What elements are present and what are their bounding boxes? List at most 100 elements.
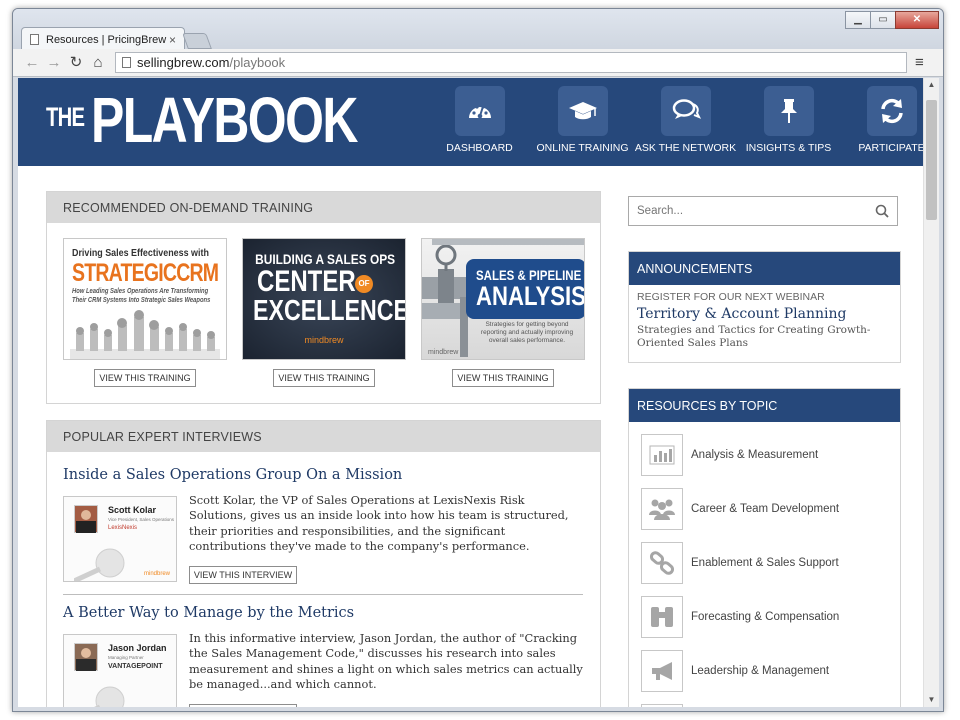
nav-dashboard[interactable]: DASHBOARD [428,86,531,154]
topic-leadership[interactable]: Leadership & Management [641,650,829,692]
microphone-image [94,686,125,707]
interviews-panel: POPULAR EXPERT INTERVIEWS Inside a Sales… [46,420,601,707]
thumb-brand: mindbrew [143,571,170,577]
topic-next[interactable] [641,704,683,707]
megaphone-icon [641,650,683,692]
topic-label: Career & Team Development [691,503,840,515]
nav-ask-the-network[interactable]: ASK THE NETWORK [634,86,737,154]
interview-thumbnail[interactable]: Scott Kolar Vice President, Sales Operat… [63,496,177,582]
forward-icon[interactable]: → [43,52,65,74]
topic-label: Leadership & Management [691,665,830,677]
topic-label: Enablement & Sales Support [691,557,839,569]
topic-enablement[interactable]: Enablement & Sales Support [641,542,839,584]
interview-title[interactable]: Inside a Sales Operations Group On a Mis… [63,467,583,483]
training-thumbnail-ops[interactable]: BUILDING A SALES OPS CENTER OF EXCELLENC… [242,238,406,360]
new-tab-button[interactable] [182,33,212,49]
topics-heading: RESOURCES BY TOPIC [629,389,900,422]
view-interview-button[interactable]: VIEW THIS INTERVIEW [189,704,297,707]
playbook-logo[interactable]: THE PLAYBOOK [46,84,432,156]
thumb-name: Jason Jordan [108,643,167,653]
browser-window: ▁ ▭ ✕ Resources | PricingBrew × ← → ↻ ⌂ … [12,8,944,712]
training-card: BUILDING A SALES OPS CENTER OF EXCELLENC… [242,238,406,387]
page-viewport: THE PLAYBOOK DASHBOARD ONLINE TRAINING A… [18,78,923,707]
nav-label: DASHBOARD [446,142,513,154]
browser-tab[interactable]: Resources | PricingBrew × [21,27,185,51]
window-controls: ▁ ▭ ✕ [845,11,939,29]
nav-insights-tips[interactable]: INSIGHTS & TIPS [737,86,840,154]
bar-chart-icon [641,434,683,476]
announcement-title[interactable]: Territory & Account Planning [629,303,900,322]
nav-label: ONLINE TRAINING [536,142,629,154]
interview-item: A Better Way to Manage by the Metrics Ja… [63,605,583,707]
team-icon [641,488,683,530]
nav-label: ASK THE NETWORK [634,142,737,154]
interview-text: Scott Kolar, the VP of Sales Operations … [189,493,569,554]
topic-career-team[interactable]: Career & Team Development [641,488,839,530]
logo-main: PLAYBOOK [91,84,358,156]
training-thumbnail-crm[interactable]: Driving Sales Effectiveness with STRATEG… [63,238,227,360]
binoculars-icon [641,596,683,638]
topic-label: Analysis & Measurement [691,449,819,461]
back-icon[interactable]: ← [21,52,43,74]
url-host: sellingbrew.com [137,55,230,70]
thumb-role: Vice President, Sales Operations [108,517,174,522]
scroll-down-icon[interactable]: ▼ [924,693,939,707]
search-box [628,196,898,226]
interview-item: Inside a Sales Operations Group On a Mis… [63,467,583,584]
nav-online-training[interactable]: ONLINE TRAINING [531,86,634,154]
minimize-button[interactable]: ▁ [845,11,871,29]
tab-close-icon[interactable]: × [169,33,176,47]
interview-title[interactable]: A Better Way to Manage by the Metrics [63,605,583,621]
training-card: Driving Sales Effectiveness with STRATEG… [63,238,227,387]
link-icon [641,542,683,584]
topics-panel: RESOURCES BY TOPIC Analysis & Measuremen… [628,388,901,707]
nav-participate[interactable]: PARTICIPATE [840,86,923,154]
thumb-brand: mindbrew [428,349,459,356]
thumb-line3: Strategies for getting beyond reporting … [480,321,574,344]
topic-label: Forecasting & Compensation [691,611,840,623]
pin-icon [763,86,814,136]
vertical-scrollbar[interactable]: ▲ ▼ [923,78,939,707]
divider [63,594,583,595]
scroll-up-icon[interactable]: ▲ [924,78,939,92]
thumb-line2b: OF [355,275,373,293]
logo-the: THE [46,102,85,132]
title-bar: ▁ ▭ ✕ Resources | PricingBrew × [13,9,943,51]
search-input[interactable] [637,205,875,217]
training-panel: RECOMMENDED ON-DEMAND TRAINING Driving S… [46,191,601,404]
nav-label: INSIGHTS & TIPS [745,142,832,154]
site-header: THE PLAYBOOK DASHBOARD ONLINE TRAINING A… [18,78,923,166]
topic-analysis-measurement[interactable]: Analysis & Measurement [641,434,818,476]
interview-text: In this informative interview, Jason Jor… [189,631,583,692]
microphone-image [74,548,125,581]
scroll-thumb[interactable] [926,100,937,220]
training-card: SALES & PIPELINE ANALYSIS Strategies for… [421,238,585,387]
view-training-button[interactable]: VIEW THIS TRAINING [452,369,554,387]
person-photo [74,643,98,671]
nav-label: PARTICIPATE [858,142,923,154]
home-icon[interactable]: ⌂ [87,52,109,74]
view-training-button[interactable]: VIEW THIS TRAINING [273,369,375,387]
announcement-subheading: REGISTER FOR OUR NEXT WEBINAR [637,291,825,303]
view-interview-button[interactable]: VIEW THIS INTERVIEW [189,566,297,584]
close-window-button[interactable]: ✕ [895,11,939,29]
thumb-line2: ANALYSIS [476,281,585,311]
training-thumbnail-pipeline[interactable]: SALES & PIPELINE ANALYSIS Strategies for… [421,238,585,360]
view-training-button[interactable]: VIEW THIS TRAINING [94,369,196,387]
interviews-heading: POPULAR EXPERT INTERVIEWS [47,421,600,452]
topic-icon [641,704,683,707]
topic-forecasting[interactable]: Forecasting & Compensation [641,596,839,638]
interview-thumbnail[interactable]: Jason Jordan Managing Partner VANTAGEPOI… [63,634,177,707]
person-photo [74,505,98,533]
search-icon[interactable] [875,204,889,218]
thumb-company: LexisNexis [108,525,138,531]
address-bar[interactable]: sellingbrew.com/playbook [115,52,907,73]
thumb-line2: STRATEGICCRM [72,259,219,287]
menu-icon[interactable]: ≡ [915,54,924,71]
reload-icon[interactable]: ↻ [65,52,87,74]
thumb-line3: EXCELLENCE [253,295,406,327]
url-path: /playbook [229,55,286,70]
maximize-button[interactable]: ▭ [870,11,896,29]
thumb-line1: Driving Sales Effectiveness with [72,247,209,259]
browser-toolbar: ← → ↻ ⌂ sellingbrew.com/playbook ≡ [13,49,943,77]
